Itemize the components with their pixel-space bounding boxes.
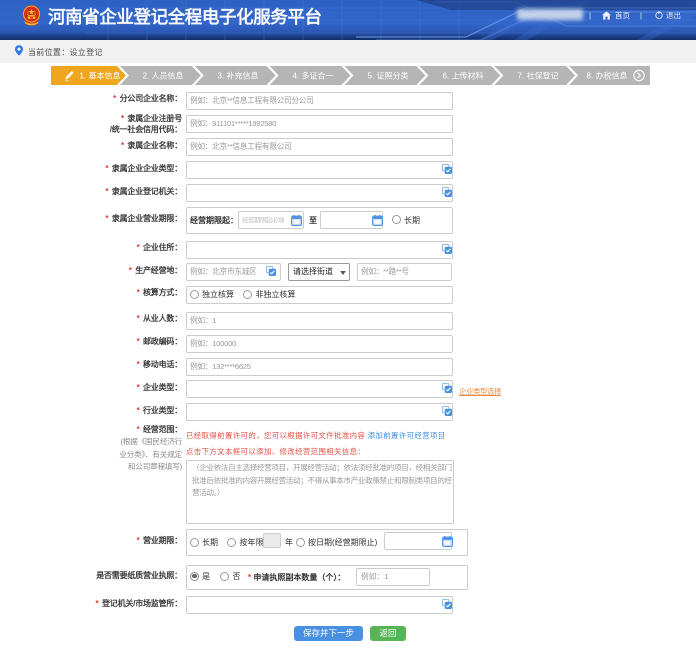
svg-text:7. 社保登记: 7. 社保登记 <box>518 70 559 80</box>
svg-text:5. 证照分类: 5. 证照分类 <box>368 70 409 80</box>
svg-text:1. 基本信息: 1. 基本信息 <box>80 70 121 80</box>
svg-text:2. 人员信息: 2. 人员信息 <box>143 70 184 80</box>
svg-text:4. 多证合一: 4. 多证合一 <box>293 70 334 80</box>
svg-text:3. 补充信息: 3. 补充信息 <box>218 70 259 80</box>
svg-text:6. 上传材料: 6. 上传材料 <box>443 70 484 80</box>
svg-text:8. 办税信息: 8. 办税信息 <box>587 70 628 80</box>
